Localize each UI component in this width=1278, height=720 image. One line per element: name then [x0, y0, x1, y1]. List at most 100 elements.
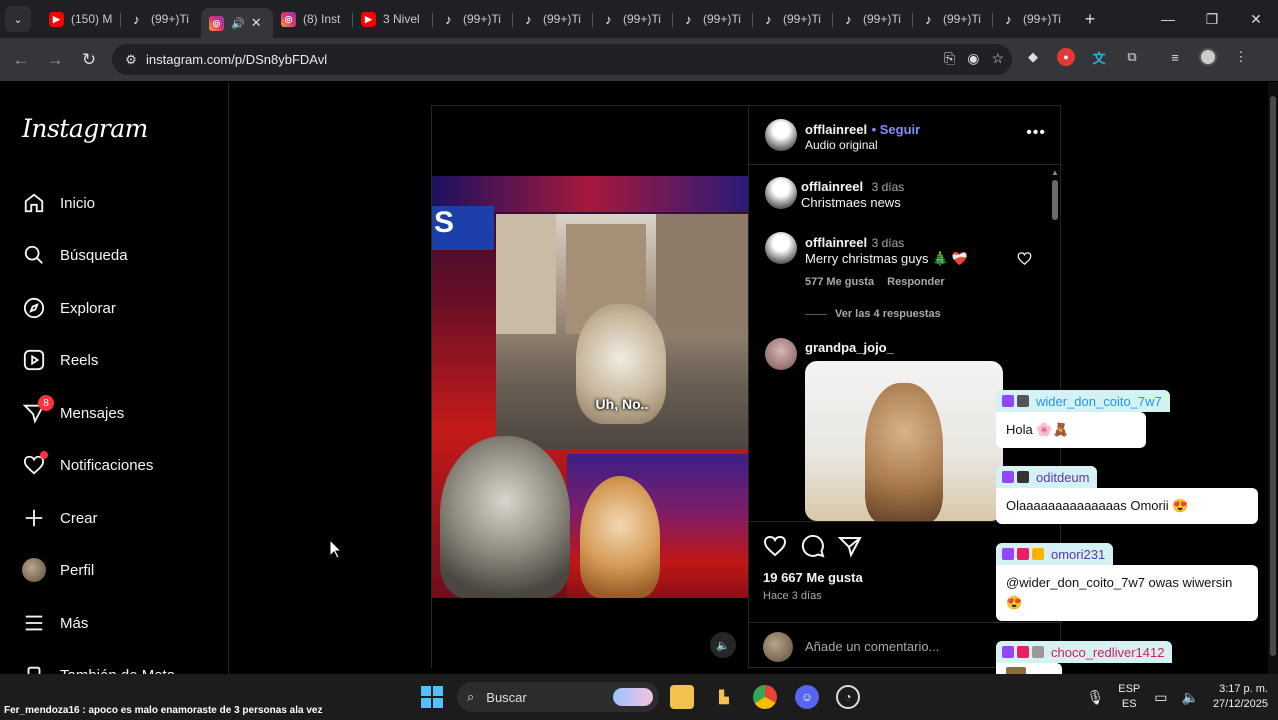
chrome-icon[interactable]: [753, 685, 777, 709]
puzzle-extensions-icon[interactable]: ⧉: [1123, 48, 1141, 66]
microphone-icon[interactable]: 🎙: [1086, 689, 1104, 706]
close-window-icon[interactable]: ✕: [1234, 0, 1278, 38]
browser-tab[interactable]: ♪ (99+)Ti: [833, 4, 913, 34]
sidebar-item-crear[interactable]: Crear: [22, 503, 98, 533]
browser-tab[interactable]: ♪ (99+)Ti: [993, 4, 1073, 34]
street-scene: Uh, No..: [496, 214, 748, 450]
browser-tab-active[interactable]: ◎ 🔊 ✕: [201, 8, 273, 38]
avatar[interactable]: [765, 177, 797, 209]
url-field[interactable]: ⚙ instagram.com/p/DSn8ybFDAvl ⎘ ◉ ☆: [112, 44, 1012, 75]
site-info-icon[interactable]: ⚙: [116, 52, 146, 68]
more-options-icon[interactable]: •••: [1026, 124, 1046, 142]
browser-tab[interactable]: ♪ (99+)Ti: [433, 4, 513, 34]
profile-avatar[interactable]: [1199, 48, 1217, 66]
follow-button[interactable]: Seguir: [880, 122, 920, 137]
caption-username[interactable]: offlainreel: [801, 179, 863, 194]
app-icon[interactable]: ▙: [712, 685, 736, 709]
browser-tab[interactable]: ♪ (99+)Ti: [913, 4, 993, 34]
file-explorer-icon[interactable]: [670, 685, 694, 709]
sidebar-item-inicio[interactable]: Inicio: [22, 188, 95, 218]
avatar[interactable]: [765, 232, 797, 264]
language-indicator[interactable]: ESP ES: [1118, 682, 1140, 712]
sidebar-item-perfil[interactable]: Perfil: [22, 555, 94, 585]
page-scrollbar[interactable]: [1268, 82, 1278, 674]
browser-tab[interactable]: ♪ (99+)Ti: [121, 4, 201, 34]
browser-tab[interactable]: ◎ (8) Inst: [273, 4, 353, 34]
reload-icon[interactable]: ↻: [72, 50, 106, 70]
twitch-badge-icon: [1002, 548, 1014, 560]
caption-text: Christmaes news: [801, 195, 901, 210]
comment-icon[interactable]: [801, 534, 825, 558]
page-scroll-thumb[interactable]: [1270, 96, 1276, 656]
tab-title: 3 Nivel: [383, 12, 420, 26]
back-icon[interactable]: ←: [4, 50, 38, 70]
sidebar-item-reels[interactable]: Reels: [22, 345, 98, 375]
comment-username[interactable]: offlainreel: [805, 235, 867, 250]
translate-extension-icon[interactable]: 文: [1090, 48, 1108, 66]
tiktok-icon: ♪: [445, 11, 452, 27]
browser-menu-icon[interactable]: ⋮: [1232, 48, 1250, 66]
discord-icon[interactable]: ☺: [795, 685, 819, 709]
browser-tab[interactable]: ♪ (99+)Ti: [513, 4, 593, 34]
install-app-icon[interactable]: ⎘: [944, 50, 955, 67]
bookmark-star-icon[interactable]: ☆: [991, 50, 1004, 67]
share-icon[interactable]: [837, 534, 862, 558]
like-count[interactable]: 19 667 Me gusta: [763, 570, 863, 585]
media-controls-icon[interactable]: ≡: [1166, 48, 1184, 66]
extension-icon[interactable]: ◆: [1024, 48, 1042, 66]
tracking-protection-icon[interactable]: ◉: [967, 50, 979, 67]
gift-badge-icon: [1032, 548, 1044, 560]
clock[interactable]: 3:17 p. m. 27/12/2025: [1213, 682, 1268, 712]
browser-tab[interactable]: ▶ 3 Nivel: [353, 4, 433, 34]
browser-tab[interactable]: ♪ (99+)Ti: [753, 4, 833, 34]
avatar[interactable]: [765, 119, 797, 151]
comment-likes[interactable]: 577 Me gusta: [805, 276, 874, 288]
mouse-cursor: [329, 538, 343, 564]
user-badge-icon: [1017, 395, 1029, 407]
video-frame: S Uh, No..: [432, 176, 748, 598]
clock-date: 27/12/2025: [1212, 698, 1268, 710]
post-header: offlainreel • Seguir Audio original •••: [749, 106, 1062, 165]
like-comment-icon[interactable]: [1017, 251, 1032, 271]
chat-text: Hola 🌸🧸: [996, 412, 1146, 448]
forward-icon[interactable]: →: [38, 50, 72, 70]
app-icon[interactable]: ◔: [836, 685, 860, 709]
avatar[interactable]: [765, 338, 797, 370]
audio-label[interactable]: Audio original: [805, 138, 878, 152]
volume-icon[interactable]: 🔈: [1182, 689, 1199, 706]
close-tab-icon[interactable]: ✕: [251, 15, 262, 31]
scroll-thumb[interactable]: [1052, 180, 1058, 220]
browser-tab[interactable]: ♪ (99+)Ti: [673, 4, 753, 34]
user-badge-icon: [1032, 646, 1044, 658]
comment-username[interactable]: grandpa_jojo_: [805, 340, 894, 355]
chat-text: Olaaaaaaaaaaaaaas Omorii 😍: [996, 488, 1258, 524]
instagram-logo[interactable]: Instagram: [22, 114, 148, 143]
browser-tab[interactable]: ▶ (150) M: [41, 4, 121, 34]
author-username[interactable]: offlainreel: [805, 122, 867, 137]
chat-username: choco_redliver1412: [1051, 644, 1165, 660]
reply-button[interactable]: Responder: [887, 276, 944, 288]
like-icon[interactable]: [763, 534, 787, 558]
comment-gif[interactable]: [805, 361, 1003, 521]
sidebar-item-mensajes[interactable]: 8 Mensajes: [22, 395, 124, 428]
minimize-icon[interactable]: —: [1146, 0, 1190, 38]
view-replies-button[interactable]: Ver las 4 respuestas: [805, 308, 941, 320]
comment-input[interactable]: Añade un comentario...: [805, 639, 939, 654]
new-tab-button[interactable]: +: [1077, 9, 1103, 30]
browser-tab[interactable]: ♪ (99+)Ti: [593, 4, 673, 34]
record-extension-icon[interactable]: ●: [1057, 48, 1075, 66]
sidebar-item-mas[interactable]: Más: [22, 608, 88, 638]
sidebar-item-explorar[interactable]: Explorar: [22, 293, 116, 323]
sidebar-item-notificaciones[interactable]: Notificaciones: [22, 450, 153, 480]
taskbar-search[interactable]: ⌕ Buscar: [457, 682, 659, 712]
volume-icon[interactable]: 🔈: [710, 632, 736, 658]
speaker-icon[interactable]: 🔊: [231, 17, 245, 30]
tab-search-button[interactable]: ⌄: [5, 6, 31, 32]
sidebar-item-busqueda[interactable]: Búsqueda: [22, 240, 128, 270]
post-video[interactable]: S Uh, No.. 🔈: [432, 106, 748, 669]
tab-title: (99+)Ti: [543, 12, 581, 26]
restore-icon[interactable]: ❐: [1190, 0, 1234, 38]
network-icon[interactable]: ▭: [1154, 689, 1167, 706]
scroll-up-icon[interactable]: ▲: [1051, 168, 1059, 177]
windows-start-icon[interactable]: [420, 685, 444, 709]
